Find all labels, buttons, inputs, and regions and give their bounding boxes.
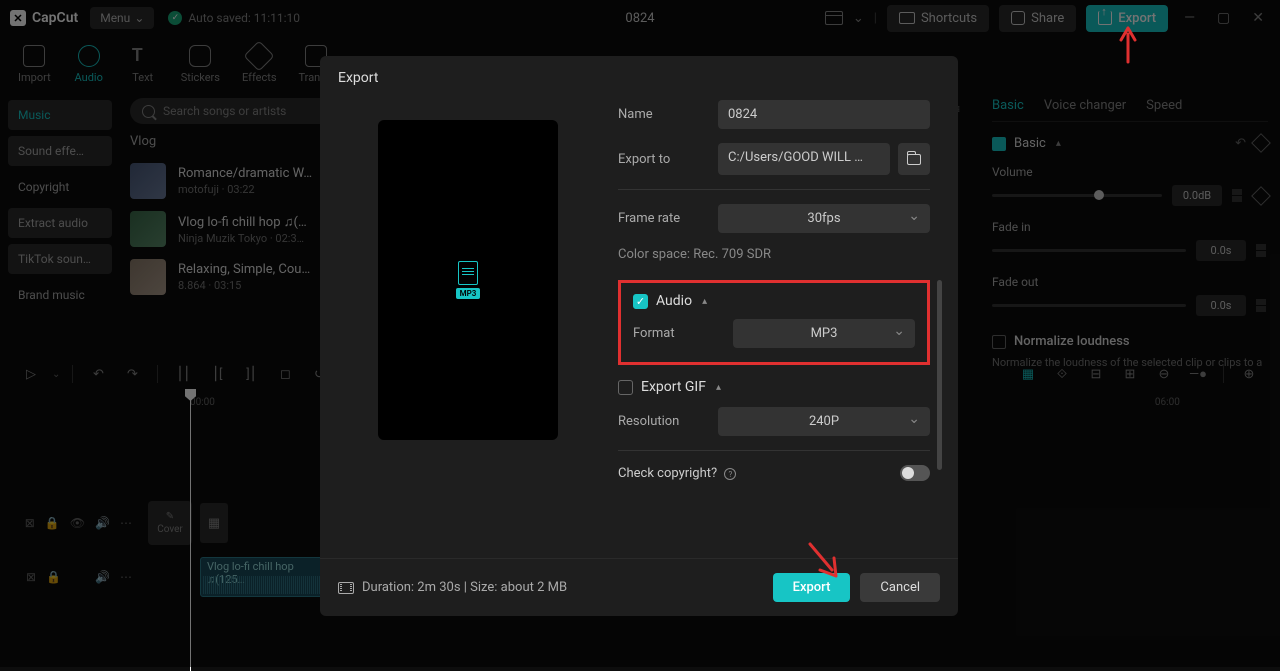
- export-confirm-button[interactable]: Export: [773, 573, 851, 602]
- cancel-button[interactable]: Cancel: [860, 573, 940, 602]
- duration-info: Duration: 2m 30s | Size: about 2 MB: [338, 580, 567, 595]
- folder-icon: [907, 154, 921, 165]
- name-row: Name: [618, 100, 930, 129]
- film-icon: [338, 582, 354, 594]
- path-label: Export to: [618, 152, 718, 167]
- audio-section-highlight: ✓ Audio ▴ Format MP3: [618, 280, 930, 365]
- name-label: Name: [618, 107, 718, 122]
- audio-section-toggle[interactable]: ✓ Audio ▴: [633, 293, 915, 309]
- divider: [618, 189, 930, 190]
- path-row: Export to C:/Users/GOOD WILL …: [618, 143, 930, 175]
- name-input[interactable]: [718, 100, 930, 129]
- checkbox-icon: ✓: [633, 294, 648, 309]
- preview-box: MP3: [378, 120, 558, 440]
- preview-column: MP3: [338, 100, 598, 558]
- export-modal: Export MP3 Name Export to C:/Users/GOOD …: [320, 56, 958, 616]
- format-row: Format MP3: [633, 319, 915, 348]
- copyright-row: Check copyright? ?: [618, 465, 930, 481]
- gif-section-toggle[interactable]: Export GIF ▴: [618, 379, 930, 395]
- footer-buttons: Export Cancel: [773, 573, 940, 602]
- framerate-row: Frame rate 30fps: [618, 204, 930, 233]
- format-select[interactable]: MP3: [733, 319, 915, 348]
- gif-section-label: Export GIF: [641, 379, 706, 395]
- format-label: Format: [633, 326, 733, 341]
- resolution-row: Resolution 240P: [618, 407, 930, 436]
- resolution-label: Resolution: [618, 414, 718, 429]
- audio-section-label: Audio: [656, 293, 692, 309]
- caret-up-icon: ▴: [716, 382, 721, 393]
- checkbox-icon: [618, 380, 633, 395]
- divider: [618, 450, 930, 451]
- mp3-badge: MP3: [456, 261, 481, 299]
- info-icon[interactable]: ?: [724, 468, 736, 480]
- modal-footer: Duration: 2m 30s | Size: about 2 MB Expo…: [320, 558, 958, 616]
- caret-up-icon: ▴: [702, 296, 707, 307]
- export-form: Name Export to C:/Users/GOOD WILL … Fram…: [618, 100, 940, 558]
- framerate-label: Frame rate: [618, 211, 718, 226]
- framerate-select[interactable]: 30fps: [718, 204, 930, 233]
- copyright-toggle[interactable]: [900, 465, 930, 481]
- colorspace-info: Color space: Rec. 709 SDR: [618, 247, 930, 262]
- copyright-label: Check copyright? ?: [618, 466, 736, 481]
- browse-button[interactable]: [898, 143, 930, 175]
- scrollbar[interactable]: [937, 280, 942, 470]
- path-display: C:/Users/GOOD WILL …: [718, 143, 890, 175]
- duration-text: Duration: 2m 30s | Size: about 2 MB: [362, 580, 567, 595]
- document-icon: [458, 261, 478, 285]
- resolution-select[interactable]: 240P: [718, 407, 930, 436]
- modal-title: Export: [320, 56, 958, 100]
- mp3-label: MP3: [456, 288, 481, 299]
- modal-body: MP3 Name Export to C:/Users/GOOD WILL … …: [320, 100, 958, 558]
